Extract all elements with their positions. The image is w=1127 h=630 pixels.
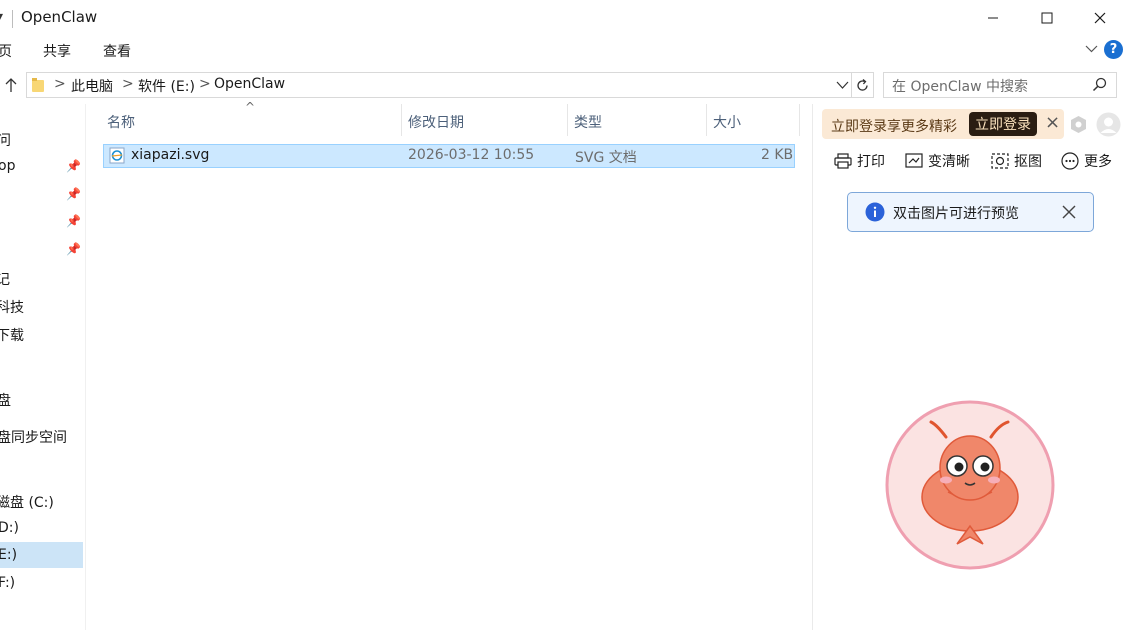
enhance-icon [905,153,923,168]
folder-icon [32,78,44,92]
file-name[interactable]: xiapazi.svg [131,147,209,163]
cutout-button[interactable]: 抠图 [991,151,1042,171]
nav-item-quick-access[interactable]: 问 [0,130,11,150]
nav-item-downloads[interactable]: 下载 [0,325,24,345]
tab-view[interactable]: 查看 [103,41,131,61]
login-button[interactable]: 立即登录 [969,112,1037,136]
close-icon [1094,12,1106,24]
ribbon-expand-chevron-icon[interactable] [1085,43,1098,55]
help-button[interactable]: ? [1104,40,1123,59]
breadcrumb-chevron[interactable]: > [122,76,134,92]
nav-item-drive-e[interactable]: E:) [0,547,17,563]
breadcrumb-drive-e[interactable]: 软件 (E:) [138,76,195,96]
printer-icon [834,153,852,169]
print-button[interactable]: 打印 [834,151,885,171]
breadcrumb-openclaw[interactable]: OpenClaw [214,76,285,92]
tab-home[interactable]: 页 [0,41,12,61]
enhance-label: 变清晰 [928,154,970,170]
hint-close-icon[interactable] [1062,205,1076,219]
more-label: 更多 [1084,154,1112,170]
column-divider[interactable] [401,104,402,136]
tab-share[interactable]: 共享 [43,41,71,61]
minimize-button[interactable] [966,0,1020,36]
column-divider[interactable] [706,104,707,136]
up-arrow-icon[interactable] [4,77,18,93]
file-type: SVG 文档 [575,150,637,166]
cutout-label: 抠图 [1014,154,1042,170]
column-header-size[interactable]: 大小 [713,112,741,132]
file-size: 2 KB [761,147,794,163]
close-button[interactable] [1073,0,1127,36]
nav-item-cloud-drive[interactable]: 盘 [0,390,11,410]
info-icon [865,202,885,222]
column-header-type[interactable]: 类型 [574,112,602,132]
promo-close-button[interactable]: × [1045,112,1060,133]
hint-text: 双击图片可进行预览 [893,206,1019,222]
maximize-button[interactable] [1020,0,1074,36]
cutout-icon [991,153,1009,169]
ribbon-bar [0,36,1127,64]
search-placeholder: 在 OpenClaw 中搜索 [892,79,1028,95]
window-title: OpenClaw [21,8,98,26]
pin-icon: 📌 [66,242,81,256]
promo-text: 立即登录享更多精彩 [831,119,957,135]
nav-item-drive-c[interactable]: 磁盘 (C:) [0,492,54,512]
sort-ascending-indicator: ^ [245,100,256,114]
more-icon [1061,152,1079,170]
pin-icon: 📌 [66,159,81,173]
refresh-icon [857,79,868,91]
nav-item-tech[interactable]: 科技 [0,297,24,317]
nav-item-drive-f[interactable]: F:) [0,575,15,591]
breadcrumb-chevron[interactable]: > [199,76,211,92]
quick-access-arrow-icon[interactable]: ▾ [0,9,3,25]
column-header-modified[interactable]: 修改日期 [408,112,464,132]
refresh-button[interactable] [852,72,874,98]
search-icon[interactable] [1092,77,1107,92]
title-bar [0,0,1127,36]
shrimp-mascot-image[interactable] [885,400,1055,570]
title-divider [12,10,13,28]
nav-item-notes[interactable]: 记 [0,269,10,289]
file-modified: 2026-03-12 10:55 [408,147,535,163]
settings-hex-icon[interactable] [1069,115,1088,134]
pin-icon: 📌 [66,187,81,201]
nav-item-cloud-sync[interactable]: 盘同步空间 [0,427,67,447]
minimize-icon [988,17,998,19]
nav-item-desktop[interactable]: op [0,158,15,174]
column-divider[interactable] [799,104,800,136]
breadcrumb-this-pc[interactable]: 此电脑 [71,76,113,96]
more-button[interactable]: 更多 [1061,151,1112,171]
nav-item-drive-d[interactable]: D:) [0,520,19,536]
address-dropdown-chevron-icon[interactable] [836,80,849,90]
maximize-icon [1041,12,1053,24]
pin-icon: 📌 [66,214,81,228]
column-divider[interactable] [567,104,568,136]
print-label: 打印 [857,154,885,170]
svg-file-icon [109,147,125,164]
column-header-name[interactable]: 名称 [107,112,135,132]
breadcrumb-chevron[interactable]: > [54,76,66,92]
enhance-button[interactable]: 变清晰 [905,151,970,171]
avatar-icon[interactable] [1096,112,1121,137]
